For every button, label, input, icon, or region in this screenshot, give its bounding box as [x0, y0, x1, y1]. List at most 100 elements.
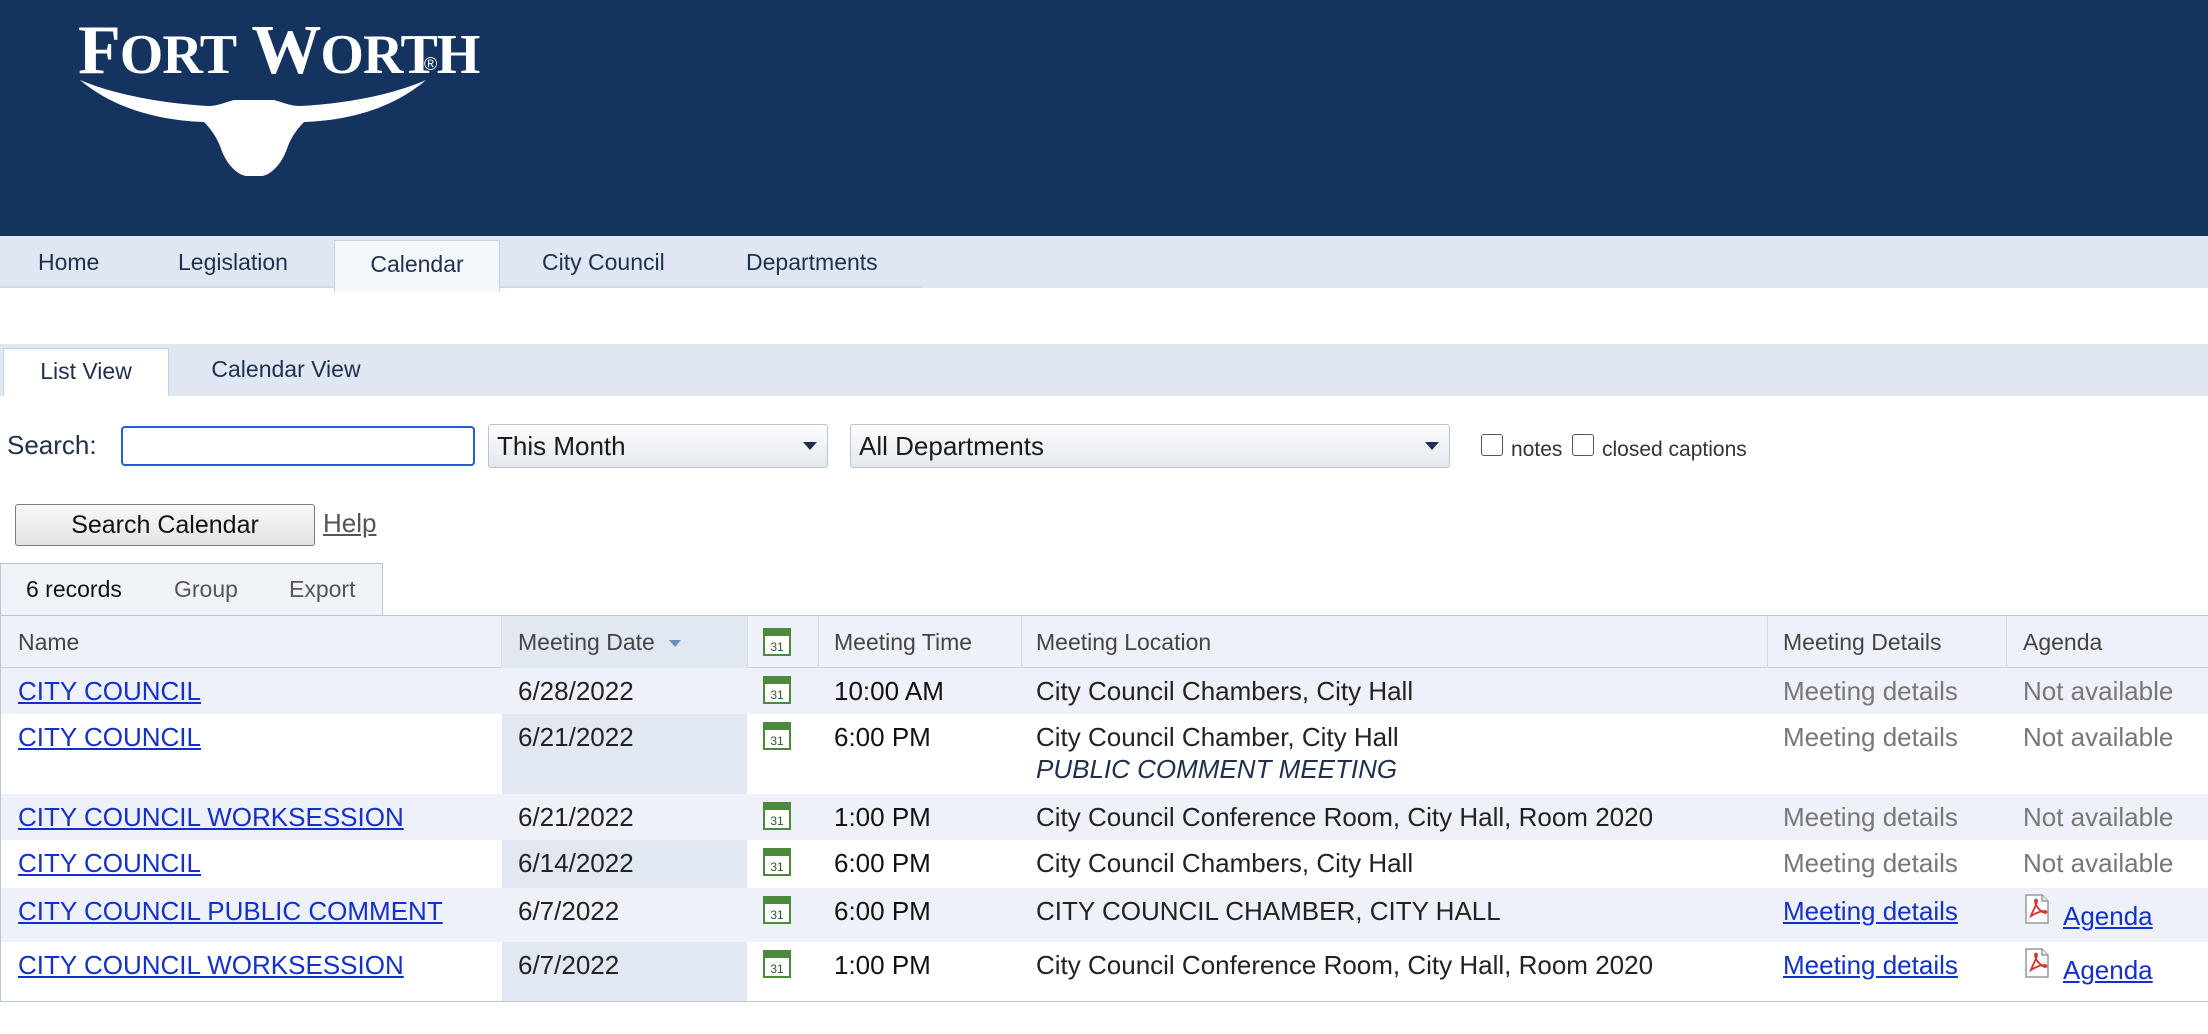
meeting-details-link[interactable]: Meeting details — [1783, 950, 1958, 981]
svg-text:31: 31 — [770, 640, 784, 654]
meeting-date: 6/28/2022 — [518, 676, 634, 706]
table-row: CITY COUNCIL PUBLIC COMMENT 6/7/2022 31 … — [1, 888, 2208, 942]
agenda-link[interactable]: Agenda — [2063, 901, 2153, 932]
search-label: Search: — [7, 430, 97, 460]
nav-calendar[interactable]: Calendar — [334, 240, 500, 292]
group-button[interactable]: Group — [174, 576, 238, 603]
meeting-time: 1:00 PM — [834, 802, 931, 832]
col-meeting-time[interactable]: Meeting Time — [834, 616, 972, 668]
agenda-status: Not available — [2023, 676, 2174, 706]
help-link[interactable]: Help — [323, 508, 376, 539]
longhorn-logo-icon — [80, 80, 426, 176]
calendar-icon[interactable]: 31 — [763, 848, 791, 876]
meeting-name-link[interactable]: CITY COUNCIL PUBLIC COMMENT — [18, 896, 443, 927]
meeting-name-link[interactable]: CITY COUNCIL — [18, 722, 201, 753]
search-input[interactable] — [121, 426, 475, 466]
notes-checkbox[interactable] — [1481, 434, 1503, 456]
meeting-details: Meeting details — [1783, 802, 1958, 832]
sort-down-icon — [669, 640, 682, 648]
table-header: Name Meeting Date 31 Meeting Time Meetin… — [1, 616, 2208, 668]
main-nav: Home Legislation Calendar City Council D… — [0, 236, 2208, 292]
table-row: CITY COUNCIL WORKSESSION 6/7/2022 31 1:0… — [1, 942, 2208, 1001]
calendar-icon[interactable]: 31 — [763, 896, 791, 924]
meeting-location: City Council Chambers, City Hall — [1036, 676, 1414, 706]
chevron-down-icon — [1425, 442, 1439, 450]
agenda-status: Not available — [2023, 802, 2174, 832]
col-name[interactable]: Name — [18, 616, 79, 668]
nav-city-council[interactable]: City Council — [542, 236, 665, 288]
chevron-down-icon — [803, 442, 817, 450]
agenda-link[interactable]: Agenda — [2063, 955, 2153, 986]
pdf-icon[interactable] — [2023, 894, 2051, 924]
department-select-value: All Departments — [859, 431, 1044, 461]
records-count: 6 records — [26, 576, 122, 602]
period-select-value: This Month — [497, 431, 626, 461]
meeting-location: City Council Chamber, City Hall — [1036, 722, 1399, 752]
calendar-icon[interactable]: 31 — [763, 676, 791, 704]
agenda-status: Not available — [2023, 848, 2174, 878]
fort-worth-logo[interactable]: FORT WORTH ® — [78, 14, 480, 176]
svg-text:31: 31 — [770, 734, 784, 748]
meeting-date: 6/21/2022 — [518, 802, 634, 832]
registered-mark: ® — [424, 54, 438, 74]
meeting-name-link[interactable]: CITY COUNCIL WORKSESSION — [18, 802, 404, 833]
meeting-time: 6:00 PM — [834, 848, 931, 878]
col-meeting-date-label: Meeting Date — [518, 629, 655, 655]
svg-text:31: 31 — [770, 688, 784, 702]
meeting-date: 6/21/2022 — [518, 722, 634, 752]
site-header: FORT WORTH ® — [0, 0, 2208, 236]
meeting-location: City Council Chambers, City Hall — [1036, 848, 1414, 878]
meeting-details: Meeting details — [1783, 722, 1958, 752]
tab-calendar-view[interactable]: Calendar View — [168, 344, 404, 396]
nav-legislation[interactable]: Legislation — [178, 236, 288, 288]
table-row: CITY COUNCIL WORKSESSION 6/21/2022 31 1:… — [1, 794, 2208, 840]
table-row: CITY COUNCIL 6/14/2022 31 6:00 PM City C… — [1, 840, 2208, 888]
closed-captions-label: closed captions — [1602, 438, 1747, 461]
notes-label: notes — [1511, 438, 1563, 461]
tab-list-view[interactable]: List View — [3, 348, 169, 396]
col-meeting-date[interactable]: Meeting Date — [502, 616, 747, 668]
records-toolbar: 6 records Group Export — [0, 563, 383, 615]
svg-text:31: 31 — [770, 962, 784, 976]
meeting-date: 6/14/2022 — [518, 848, 634, 878]
meeting-time: 6:00 PM — [834, 896, 931, 926]
meeting-name-link[interactable]: CITY COUNCIL WORKSESSION — [18, 950, 404, 981]
meeting-time: 6:00 PM — [834, 722, 931, 752]
department-select[interactable]: All Departments — [850, 424, 1450, 468]
view-tabs: List View Calendar View — [0, 344, 2208, 396]
col-meeting-details[interactable]: Meeting Details — [1783, 616, 1942, 668]
closed-captions-checkbox[interactable] — [1572, 434, 1594, 456]
calendar-icon[interactable]: 31 — [763, 628, 791, 656]
meeting-date: 6/7/2022 — [518, 896, 620, 926]
col-meeting-location[interactable]: Meeting Location — [1036, 616, 1211, 668]
meeting-location: City Council Conference Room, City Hall,… — [1036, 802, 1654, 832]
meeting-time: 10:00 AM — [834, 676, 944, 706]
meeting-location: City Council Conference Room, City Hall,… — [1036, 950, 1654, 980]
col-agenda[interactable]: Agenda — [2023, 616, 2102, 668]
search-calendar-button[interactable]: Search Calendar — [15, 504, 315, 546]
meeting-details: Meeting details — [1783, 848, 1958, 878]
calendar-icon[interactable]: 31 — [763, 722, 791, 750]
meeting-name-link[interactable]: CITY COUNCIL — [18, 848, 201, 879]
meeting-comment-note: PUBLIC COMMENT MEETING — [1036, 754, 1398, 784]
nav-departments[interactable]: Departments — [746, 236, 878, 288]
svg-text:31: 31 — [770, 908, 784, 922]
meeting-details-link[interactable]: Meeting details — [1783, 896, 1958, 927]
period-select[interactable]: This Month — [488, 424, 828, 468]
meeting-location: CITY COUNCIL CHAMBER, CITY HALL — [1036, 896, 1501, 926]
nav-home[interactable]: Home — [38, 236, 99, 288]
table-row: CITY COUNCIL 6/21/2022 31 6:00 PM City C… — [1, 714, 2208, 794]
meeting-name-link[interactable]: CITY COUNCIL — [18, 676, 201, 707]
table-row: CITY COUNCIL 6/28/2022 31 10:00 AM City … — [1, 668, 2208, 714]
calendar-icon[interactable]: 31 — [763, 802, 791, 830]
meeting-details: Meeting details — [1783, 676, 1958, 706]
svg-text:31: 31 — [770, 814, 784, 828]
meeting-time: 1:00 PM — [834, 950, 931, 980]
svg-text:31: 31 — [770, 860, 784, 874]
calendar-icon[interactable]: 31 — [763, 950, 791, 978]
meeting-date: 6/7/2022 — [518, 950, 620, 980]
pdf-icon[interactable] — [2023, 948, 2051, 978]
agenda-status: Not available — [2023, 722, 2174, 752]
meetings-table: Name Meeting Date 31 Meeting Time Meetin… — [0, 615, 2208, 1002]
export-button[interactable]: Export — [289, 576, 355, 603]
